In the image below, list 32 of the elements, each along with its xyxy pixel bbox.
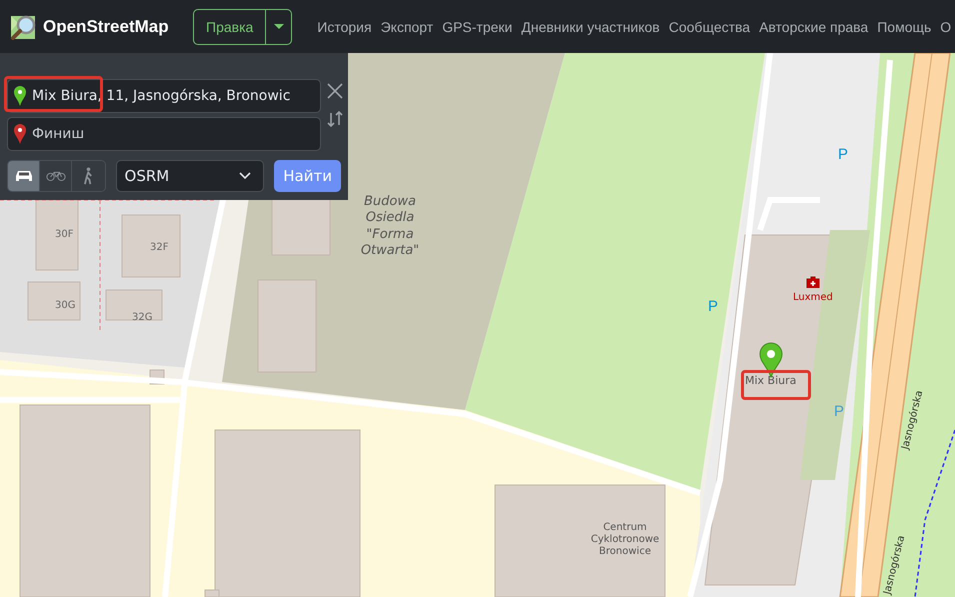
nav-link[interactable]: GPS-треки xyxy=(442,18,512,34)
nav-link[interactable]: Помощь xyxy=(877,18,932,34)
map-label: Luxmed xyxy=(793,292,833,303)
map-label: 32G xyxy=(132,312,152,323)
map-label: P xyxy=(838,146,848,163)
site-title[interactable]: OpenStreetMap xyxy=(43,16,169,36)
car-icon xyxy=(14,169,34,183)
destination-field[interactable]: Финиш xyxy=(7,117,321,151)
map-label: Centrum Cyklotronowe Bronowice xyxy=(590,522,660,558)
map-label: P xyxy=(834,403,844,420)
map-label: 30F xyxy=(55,229,74,240)
bicycle-icon xyxy=(46,170,66,182)
nav-link[interactable]: Авторские права xyxy=(759,18,868,34)
start-field[interactable]: Mix Biura, 11, Jasnogórska, Bronowic xyxy=(7,79,321,113)
map-label: 30G xyxy=(55,300,76,311)
nav-link[interactable]: О xyxy=(940,18,952,34)
map-label: Mix Biura xyxy=(745,374,796,387)
map-label: Budowa Osiedla "Forma Otwarta" xyxy=(360,194,420,259)
map-label: 32F xyxy=(150,242,168,253)
nav-link[interactable]: История xyxy=(317,18,372,34)
walking-person-icon xyxy=(82,167,94,185)
highlight-frame xyxy=(741,370,811,400)
car-mode-button[interactable] xyxy=(8,161,40,191)
nav-link[interactable]: Экспорт xyxy=(380,18,434,34)
nav-link[interactable]: Сообщества xyxy=(668,18,750,34)
medical-bag-icon xyxy=(806,276,820,288)
routing-engine-select[interactable]: OSRM xyxy=(116,160,264,192)
map-label: P xyxy=(708,298,718,315)
swap-button[interactable] xyxy=(325,109,345,129)
close-button[interactable] xyxy=(325,81,345,101)
nav-link[interactable]: Дневники участников xyxy=(521,18,660,34)
chevron-down-icon xyxy=(239,172,252,180)
